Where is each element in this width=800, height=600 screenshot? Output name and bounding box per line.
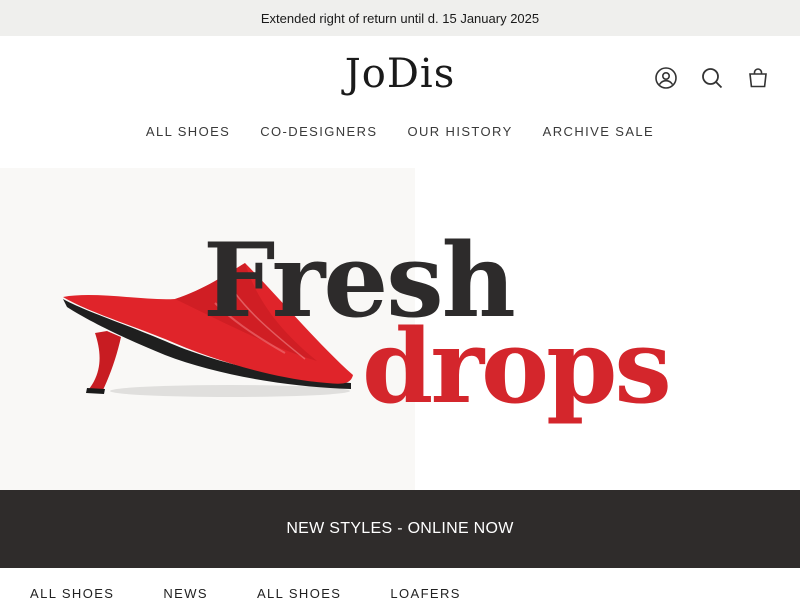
nav-item-all-shoes[interactable]: ALL SHOES [146,124,230,139]
announcement-text: Extended right of return until d. 15 Jan… [260,10,540,26]
nav-item-co-designers[interactable]: CO-DESIGNERS [260,124,377,139]
category-link-all-shoes[interactable]: ALL SHOES [30,586,114,600]
account-icon[interactable] [654,66,678,90]
promo-band[interactable]: NEW STYLES - ONLINE NOW [0,490,800,568]
cart-icon[interactable] [746,66,770,90]
category-link-news[interactable]: NEWS [163,586,208,600]
announcement-bar: Extended right of return until d. 15 Jan… [0,0,800,36]
nav-item-archive-sale[interactable]: ARCHIVE SALE [543,124,654,139]
main-nav: ALL SHOES CO-DESIGNERS OUR HISTORY ARCHI… [0,124,800,139]
hero-title-line2: drops [362,307,672,427]
site-header: JoDis ALL SHOES CO-DESIGNERS OUR HISTORY… [0,36,800,168]
category-link-all-shoes-2[interactable]: ALL SHOES [257,586,341,600]
header-icons [654,66,770,90]
search-icon[interactable] [700,66,724,90]
nav-item-our-history[interactable]: OUR HISTORY [407,124,512,139]
category-link-loafers[interactable]: LOAFERS [390,586,460,600]
hero-banner[interactable]: Fresh drops [0,168,800,490]
promo-band-text: NEW STYLES - ONLINE NOW [286,520,514,537]
category-nav: ALL SHOES NEWS ALL SHOES LOAFERS [30,586,510,600]
